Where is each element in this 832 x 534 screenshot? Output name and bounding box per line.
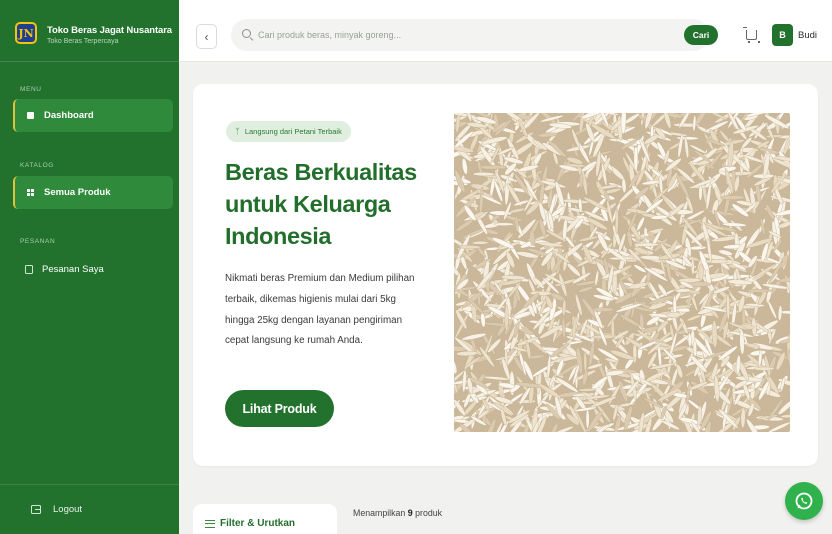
section-label-pesanan: PESANAN [20,238,56,245]
rice-image [454,113,790,432]
topbar: ‹ Cari B Budi [179,0,832,62]
section-label-menu: MENU [20,86,42,93]
search-bar [231,19,709,51]
home-icon [26,111,35,120]
product-count: Menampilkan 9 produk [353,508,443,518]
sidebar-item-label: Semua Produk [44,187,111,198]
search-icon [242,29,251,38]
store-tagline: Toko Beras Terpercaya [47,38,119,45]
logout-icon [31,505,41,514]
whatsapp-icon [795,492,813,510]
logo-text: JN [18,26,34,40]
sidebar-item-label: Dashboard [44,110,94,121]
chevron-left-icon: ‹ [204,29,209,44]
sliders-icon [205,519,215,528]
filter-sort-toggle[interactable]: Filter & Urutkan [205,518,295,529]
whatsapp-button[interactable] [785,482,823,520]
store-name: Toko Beras Jagat Nusantara [47,25,172,36]
grid-icon [26,188,35,197]
hero-title: Beras Berkualitas untuk Keluarga Indones… [225,159,417,249]
sidebar-item-pesanan-saya[interactable]: Pesanan Saya [13,253,173,286]
search-input[interactable] [258,25,678,45]
bag-icon [24,265,33,274]
filter-panel[interactable]: Filter & Urutkan [193,504,337,534]
cart-icon[interactable] [743,27,760,43]
username[interactable]: Budi [798,30,817,41]
sidebar-item-dashboard[interactable]: Dashboard [13,99,173,132]
logout-button[interactable]: Logout [0,484,179,534]
back-button[interactable]: ‹ [196,24,217,49]
brand-header: JN Toko Beras Jagat Nusantara Toko Beras… [0,0,179,62]
search-button[interactable]: Cari [684,25,718,45]
sidebar-item-label: Pesanan Saya [42,264,104,275]
section-label-katalog: KATALOG [20,162,54,169]
sidebar: JN Toko Beras Jagat Nusantara Toko Beras… [0,0,179,534]
sprout-icon: ᛉ [235,127,240,136]
sidebar-item-semua-produk[interactable]: Semua Produk [13,176,173,209]
hero-badge: ᛉ Langsung dari Petani Terbaik [226,121,351,142]
view-products-button[interactable]: Lihat Produk [225,390,334,427]
hero-badge-label: Langsung dari Petani Terbaik [244,127,342,136]
hero-banner: ᛉ Langsung dari Petani Terbaik Beras Ber… [193,84,818,466]
filter-label: Filter & Urutkan [220,518,296,529]
logout-label: Logout [53,504,83,515]
avatar[interactable]: B [772,24,793,46]
hero-description: Nikmati beras Premium dan Medium pilihan… [225,273,415,347]
store-logo[interactable]: JN [15,22,37,44]
